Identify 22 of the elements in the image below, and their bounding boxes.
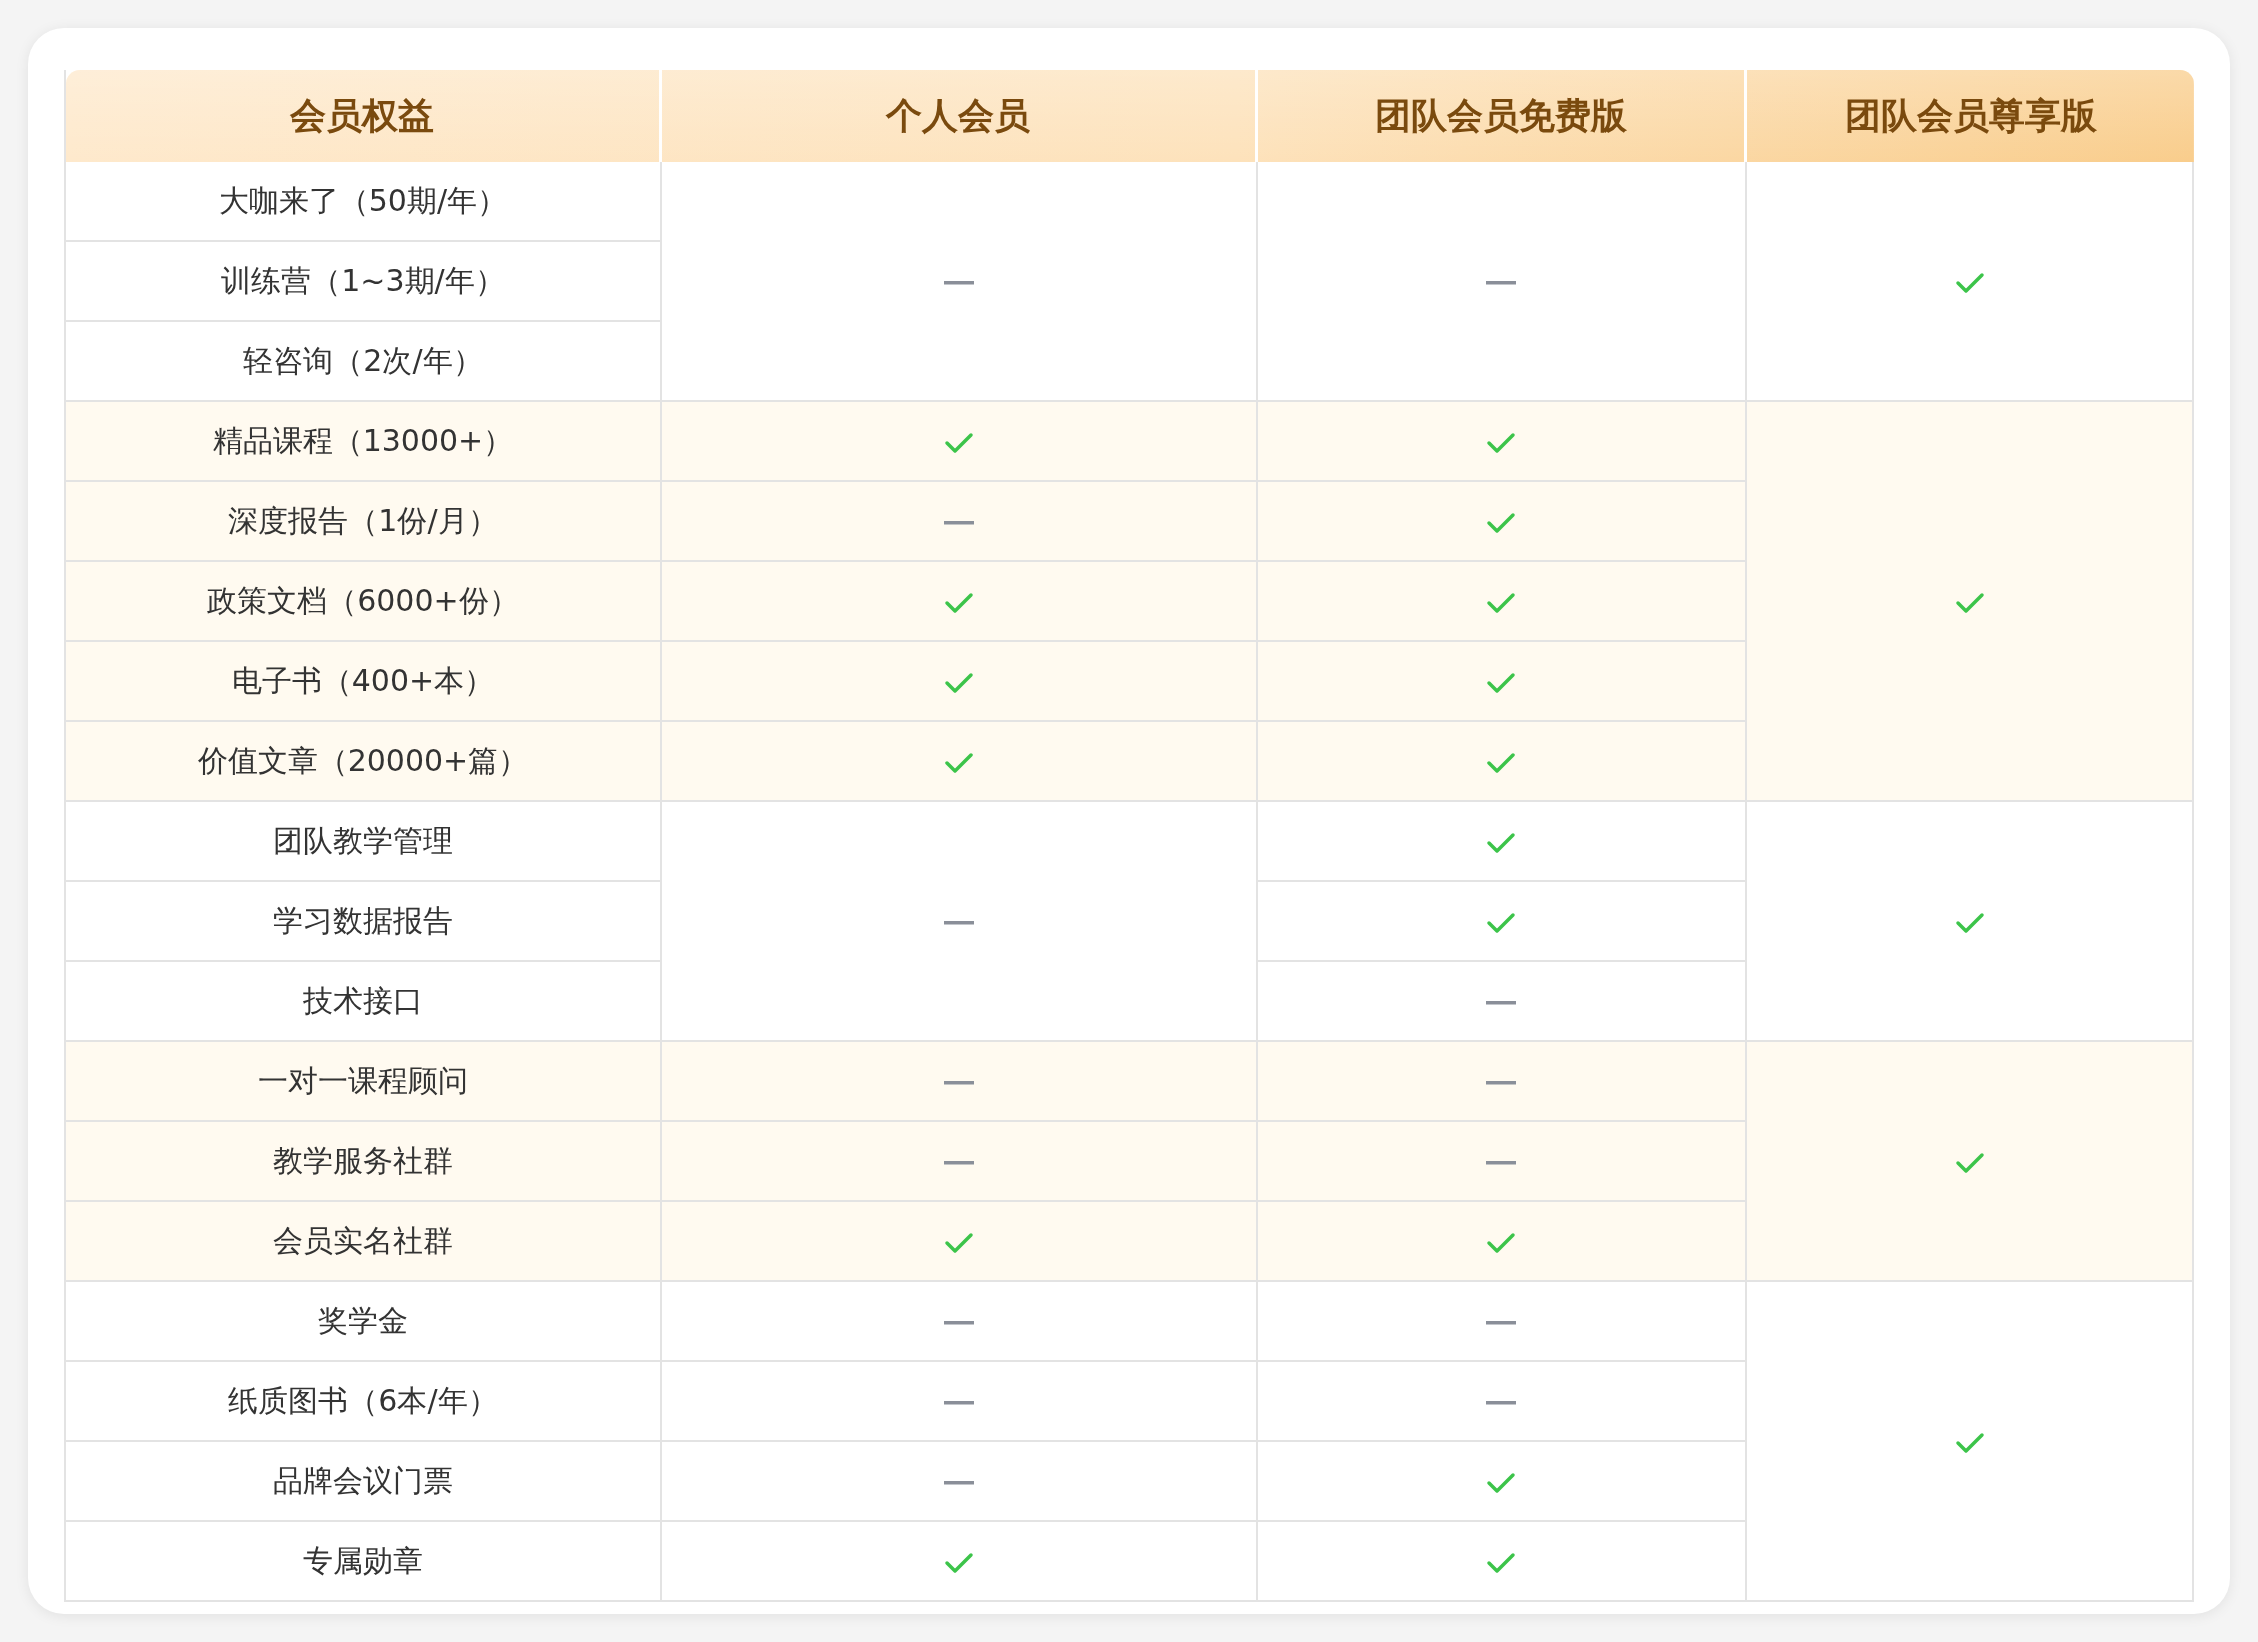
benefit-label: 纸质图书（6本/年） <box>228 1382 498 1418</box>
benefit-label: 政策文档（6000+份） <box>207 582 519 618</box>
benefit-label: 奖学金 <box>317 1302 408 1338</box>
benefit-label: 技术接口 <box>302 982 423 1018</box>
column-header: 会员权益 <box>290 94 435 136</box>
benefit-label: 教学服务社群 <box>272 1142 453 1178</box>
benefit-label: 训练营（1~3期/年） <box>221 262 505 298</box>
benefit-label: 会员实名社群 <box>272 1222 453 1258</box>
benefit-label: 品牌会议门票 <box>272 1462 453 1498</box>
benefit-label: 轻咨询（2次/年） <box>243 342 483 378</box>
benefit-label: 电子书（400+本） <box>231 662 495 698</box>
column-header: 团队会员尊享版 <box>1844 94 2097 136</box>
benefit-label: 学习数据报告 <box>272 902 453 938</box>
column-header: 团队会员免费版 <box>1374 94 1627 136</box>
benefit-label: 价值文章（20000+篇） <box>197 742 529 778</box>
benefit-label: 大咖来了（50期/年） <box>218 182 508 218</box>
benefit-label: 一对一课程顾问 <box>257 1062 468 1098</box>
benefit-label: 团队教学管理 <box>272 822 453 858</box>
benefit-label: 深度报告（1份/月） <box>228 502 498 538</box>
column-header: 个人会员 <box>886 94 1031 136</box>
benefit-label: 专属勋章 <box>302 1542 423 1578</box>
benefit-label: 精品课程（13000+） <box>212 422 514 458</box>
